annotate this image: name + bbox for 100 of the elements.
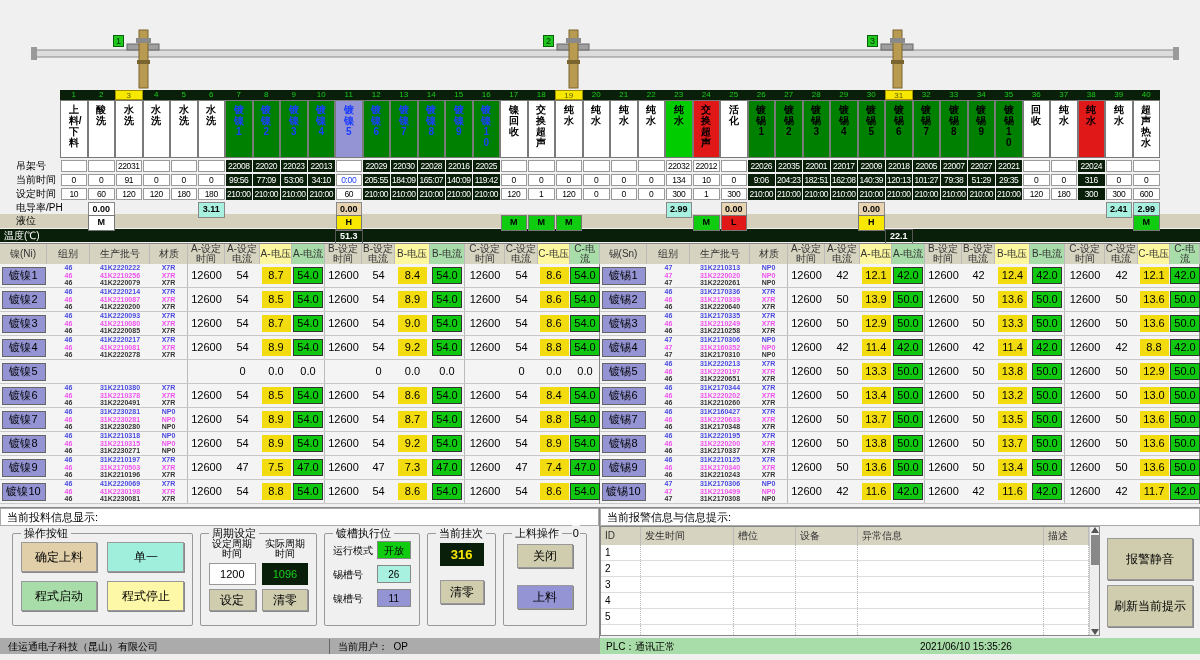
current-readout: 50.0 [1170, 291, 1200, 308]
tank-button[interactable]: 镀镍4 [1, 338, 46, 357]
tank-button[interactable]: 镀锡2 [601, 290, 646, 309]
tank-button[interactable]: 镀镍1 [1, 266, 46, 285]
tank-name: 纯水 [555, 100, 583, 158]
column-header: C-电压 [1138, 244, 1170, 264]
set-time-value: 12600 [928, 388, 959, 404]
voltage-readout: 8.8 [539, 411, 569, 428]
tank-button[interactable]: 镀锡3 [601, 314, 646, 333]
current-readout: 50.0 [1032, 387, 1062, 404]
scroll-thumb[interactable] [1090, 535, 1099, 565]
tank-button[interactable]: 镀锡5 [601, 362, 646, 381]
set-time-cell: 210:00 [775, 188, 802, 200]
operation-button[interactable]: 程式停止 [107, 581, 184, 611]
current-time-cell: 79:38 [940, 174, 967, 186]
tank-button[interactable]: 镀锡8 [601, 434, 646, 453]
current-readout: 50.0 [893, 315, 923, 332]
tank-number: 32 [920, 90, 932, 100]
alarm-button[interactable]: 报警静音 [1107, 537, 1193, 580]
current-time-cell: 204:23 [775, 174, 802, 186]
cycle-button[interactable]: 清零 [261, 589, 309, 611]
alarm-id: 4 [601, 593, 641, 608]
current-readout: 50.0 [893, 291, 923, 308]
current-readout: 54.0 [293, 291, 323, 308]
reset-button[interactable]: 清零 [439, 580, 484, 604]
tank-button[interactable]: 镀镍2 [1, 290, 46, 309]
cycle-button[interactable]: 设定 [208, 589, 256, 611]
tank-button[interactable]: 镀镍5 [1, 362, 46, 381]
current-time-cell: 34:10 [308, 174, 335, 186]
operation-button[interactable]: 确定上料 [21, 542, 98, 572]
voltage-readout: 13.6 [861, 459, 891, 476]
position-indicator: 11 [376, 589, 411, 607]
set-time-value: 12600 [469, 388, 501, 404]
current-readout: 42.0 [1032, 339, 1062, 356]
set-time-cell: 210:00 [253, 188, 280, 200]
column-header: B-电流 [1030, 244, 1065, 264]
tank-name: 镀镍8 [417, 100, 445, 158]
rack-number-cell: 22018 [885, 160, 912, 172]
set-time-value: 12600 [791, 340, 822, 356]
field-label: 运行模式 [333, 543, 374, 558]
scroll-down-icon[interactable] [1090, 629, 1099, 635]
set-current-value: 54 [372, 292, 385, 308]
set-time-cell: 210:00 [968, 188, 995, 200]
tank-name: 纯水 [610, 100, 638, 158]
voltage-readout: 13.6 [998, 291, 1027, 308]
current-readout: 50.0 [893, 411, 923, 428]
operation-button[interactable]: 程式启动 [21, 581, 98, 611]
current-readout: 54.0 [432, 267, 462, 284]
current-readout: 42.0 [1032, 267, 1062, 284]
current-readout: 50.0 [893, 435, 923, 452]
tank-button[interactable]: 镀锡10 [601, 482, 646, 501]
cycle-time-field[interactable]: 1200 [208, 563, 256, 585]
tank-button[interactable]: 镀镍7 [1, 410, 46, 429]
column-header: ID [601, 527, 641, 545]
set-time-value: 12600 [469, 292, 501, 308]
tank-button[interactable]: 镀镍6 [1, 386, 46, 405]
tank-button[interactable]: 镀锡1 [601, 266, 646, 285]
set-current-value: 54 [515, 292, 528, 308]
tank-button[interactable]: 镀镍9 [1, 458, 46, 477]
current-user: 当前用户： OP [337, 639, 408, 654]
set-current-value: 42 [836, 484, 849, 500]
set-current-value: 50 [972, 412, 985, 428]
column-header: 异常信息 [858, 527, 1044, 545]
current-readout: 50.0 [1170, 459, 1200, 476]
tank-button[interactable]: 镀镍8 [1, 434, 46, 453]
row-label: 温度(℃) [4, 230, 40, 241]
set-time-value: 12600 [469, 460, 501, 476]
set-time-value: 12600 [328, 484, 359, 500]
tank-button[interactable]: 镀镍3 [1, 314, 46, 333]
current-readout: 42.0 [1032, 483, 1062, 500]
tank-button[interactable]: 镀锡7 [601, 410, 646, 429]
set-current-value: 54 [372, 268, 385, 284]
row-label: 液位 [16, 216, 36, 226]
operation-button[interactable]: 单一 [107, 542, 184, 572]
tank-name: 活化 [720, 100, 748, 158]
tank-button[interactable]: 镀锡9 [601, 458, 646, 477]
tank-button[interactable]: 镀镍10 [1, 482, 46, 501]
voltage-readout: 13.3 [861, 363, 891, 380]
column-header: A-电压 [860, 244, 892, 264]
scrollbar[interactable] [1089, 527, 1099, 635]
tank-number: 24 [700, 90, 712, 100]
set-current-value: 50 [972, 364, 985, 380]
loading-button[interactable]: 上料 [517, 585, 574, 609]
rack-number-cell: 22005 [913, 160, 940, 172]
tank-number: 39 [1113, 90, 1125, 100]
tank-button[interactable]: 镀锡6 [601, 386, 646, 405]
current-time-cell: 53:06 [280, 174, 307, 186]
tank-number: 37 [1058, 90, 1070, 100]
current-time-cell: 140:09 [445, 174, 472, 186]
set-time-value: 12600 [1069, 292, 1101, 308]
set-current-value: 0 [239, 364, 246, 380]
set-current-value: 54 [372, 340, 385, 356]
loading-button[interactable]: 关闭 [517, 544, 574, 568]
set-time-cell: 210:00 [940, 188, 967, 200]
tank-number: 36 [1030, 90, 1042, 100]
voltage-readout: 12.4 [998, 267, 1027, 284]
alarm-button[interactable]: 刷新当前提示 [1107, 584, 1193, 627]
tank-button[interactable]: 镀锡4 [601, 338, 646, 357]
voltage-readout: 8.8 [261, 483, 291, 500]
voltage-readout: 13.6 [1139, 411, 1169, 428]
